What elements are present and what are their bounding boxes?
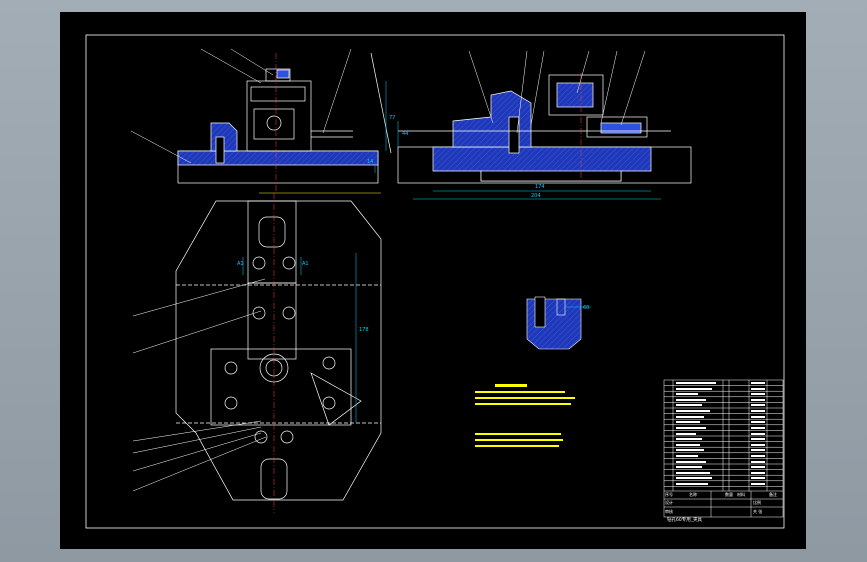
left-elevation-view [177,52,392,194]
dim-plan-a1: A1 [237,261,244,267]
dim-left-height: 77 [389,115,395,121]
clamp-block [253,108,295,140]
title-label-material: 材料 [737,491,745,497]
dim-plan-length: 178 [359,327,369,333]
detail-view [526,296,591,350]
dim-detail: 60 [583,305,589,311]
right-section-view [397,73,692,184]
title-label-remark: 备注 [769,491,777,497]
title-label-name: 名称 [689,491,697,497]
leaders-plan [132,278,267,492]
title-label-sheet: 共 张 [753,508,762,514]
dim-left-pad: 14 [367,159,373,165]
dim-plan-a2: A1 [302,261,309,267]
title-label-qty: 数量 [725,491,733,497]
plan-view [175,200,382,501]
title-label-scale: 比例 [753,499,761,505]
leaders-left [130,48,352,164]
title-label-seq: 序号 [665,491,673,497]
dim-right-overall: 204 [531,193,541,199]
figure-title: 钻孔60专用_夹具 [667,516,702,523]
fixture-assembly-drawing[interactable]: 77 14 44 174 204 178 A1 A1 60 序号 名称 数量 材… [61,13,805,548]
title-label-check: 审核 [665,508,673,514]
cad-viewport[interactable]: 77 14 44 174 204 178 A1 A1 60 序号 名称 数量 材… [60,12,806,549]
title-label-design: 设计 [665,499,673,505]
plan-dimensions [242,253,357,423]
dim-right-width: 174 [535,184,545,190]
dim-right-top: 44 [402,131,408,137]
plan-outline [175,200,382,501]
technical-notes [475,384,575,447]
